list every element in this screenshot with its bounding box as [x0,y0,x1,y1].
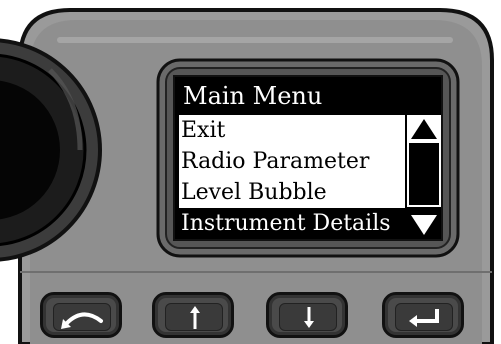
arc-arrow-icon [61,312,103,329]
menu-item-radio-parameter[interactable]: Radio Parameter [179,146,405,177]
escape-button[interactable] [40,292,122,338]
lcd-screen: Main Menu Exit Radio Parameter Level Bub… [173,75,443,241]
scrollbar[interactable] [407,115,441,239]
scrollbar-thumb[interactable] [409,143,439,205]
menu-title: Main Menu [183,82,323,110]
menu-list: Exit Radio Parameter Level Bubble Instru… [179,115,405,239]
down-button[interactable] [266,292,348,338]
triangle-down-icon[interactable] [407,207,441,239]
arrow-down-icon [304,307,314,328]
menu-item-level-bubble[interactable]: Level Bubble [179,177,405,208]
menu-item-exit[interactable]: Exit [179,115,405,146]
arrow-up-icon [190,306,200,329]
menu-item-instrument-details[interactable]: Instrument Details [179,208,405,239]
triangle-up-icon[interactable] [407,115,441,143]
enter-return-icon [409,309,439,327]
enter-button[interactable] [382,292,464,338]
up-button[interactable] [152,292,234,338]
device-panel: Main Menu Exit Radio Parameter Level Bub… [0,0,501,344]
